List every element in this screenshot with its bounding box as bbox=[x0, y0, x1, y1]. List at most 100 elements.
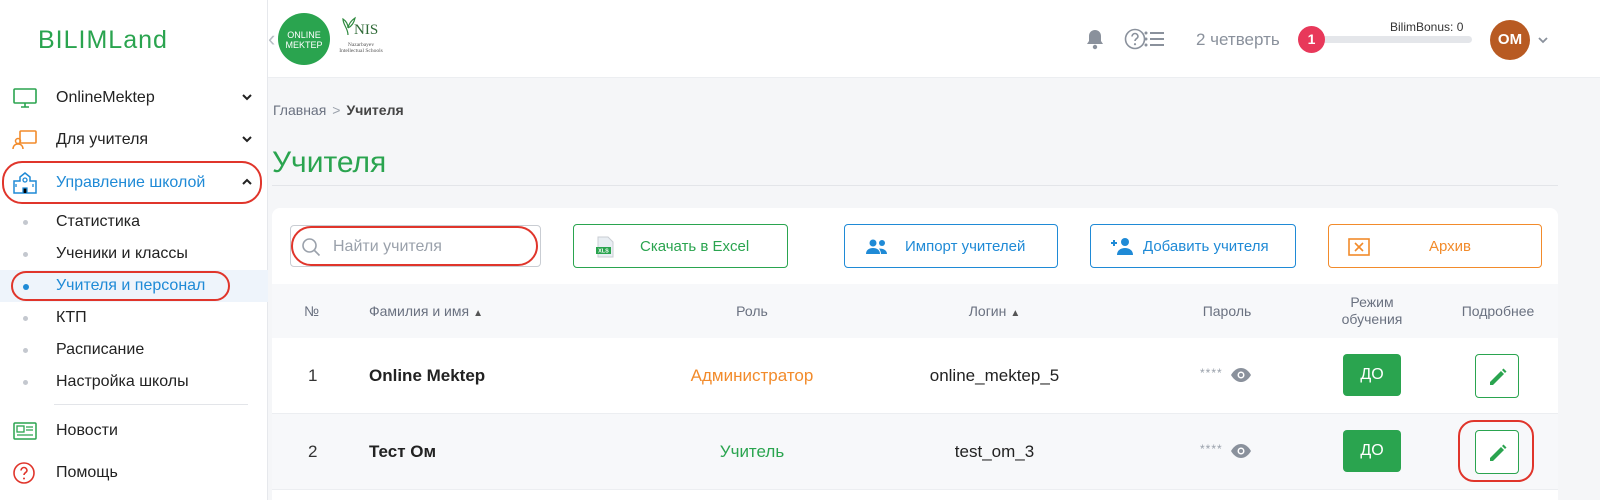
edit-button[interactable] bbox=[1475, 354, 1519, 398]
eye-icon[interactable] bbox=[1230, 443, 1252, 459]
password-mask: **** bbox=[1200, 366, 1223, 380]
add-teacher-button[interactable]: Добавить учителя bbox=[1090, 224, 1296, 268]
archive-x-icon bbox=[1348, 238, 1370, 256]
newspaper-icon bbox=[13, 422, 37, 440]
download-excel-button[interactable]: XLS Скачать в Excel bbox=[573, 224, 788, 268]
sidebar-subitem-schedule[interactable]: Расписание bbox=[0, 334, 268, 366]
chevron-down-icon bbox=[242, 94, 252, 101]
column-header-mode-line1: Режим bbox=[1350, 294, 1394, 310]
help-icon[interactable] bbox=[1124, 28, 1146, 50]
column-header-name[interactable]: Фамилия и имя ▲︎ bbox=[369, 303, 483, 319]
teacher-role: Администратор bbox=[690, 366, 814, 385]
column-header-login[interactable]: Логин ▲︎ bbox=[892, 303, 1097, 319]
column-header-mode-line2: обучения bbox=[1341, 311, 1403, 327]
sidebar-subitem-label: КТП bbox=[56, 309, 87, 326]
row-number: 2 bbox=[308, 442, 318, 461]
column-header-login-label: Логин bbox=[968, 303, 1007, 319]
sidebar-item-news[interactable]: Новости bbox=[0, 411, 268, 451]
xls-file-icon: XLS bbox=[596, 236, 614, 258]
breadcrumb-separator: > bbox=[332, 102, 341, 118]
help-circle-icon bbox=[13, 462, 35, 484]
teacher-name: Online Mektep bbox=[369, 366, 486, 385]
sort-icon: ▲︎ bbox=[473, 308, 483, 319]
sidebar: BILIMLand OnlineMektep Для учителя Управ… bbox=[0, 0, 268, 500]
column-header-role: Роль bbox=[736, 303, 768, 319]
breadcrumb-home[interactable]: Главная bbox=[273, 102, 326, 118]
table-header: № Фамилия и имя ▲︎ Роль Логин ▲︎ Пароль Ре… bbox=[272, 284, 1558, 338]
bell-icon[interactable] bbox=[1084, 28, 1106, 50]
highlight-ring bbox=[291, 226, 538, 266]
highlight-ring bbox=[1458, 420, 1534, 482]
chevron-down-icon[interactable] bbox=[1536, 33, 1550, 47]
table-row: 1 Online Mektep Администратор online_mek… bbox=[272, 338, 1558, 414]
column-header-name-label: Фамилия и имя bbox=[369, 303, 470, 319]
divider bbox=[272, 185, 1558, 186]
archive-button[interactable]: Архив bbox=[1328, 224, 1542, 268]
notification-badge[interactable]: 1 bbox=[1298, 26, 1325, 53]
chevron-down-icon bbox=[242, 136, 252, 143]
pencil-icon bbox=[1490, 368, 1507, 385]
sidebar-subitem-students[interactable]: Ученики и классы bbox=[0, 238, 268, 270]
sort-icon: ▲︎ bbox=[1010, 308, 1021, 319]
users-icon bbox=[866, 239, 887, 254]
highlight-ring bbox=[11, 271, 230, 301]
archive-label: Архив bbox=[1429, 238, 1472, 255]
column-header-mode: Режим обучения bbox=[1322, 294, 1422, 328]
sidebar-subitem-label: Расписание bbox=[56, 341, 145, 358]
bullet-icon bbox=[23, 252, 28, 257]
column-header-password: Пароль bbox=[1202, 303, 1252, 319]
xls-icon-text: XLS bbox=[598, 249, 609, 255]
breadcrumb: Главная > Учителя bbox=[273, 102, 404, 118]
add-user-icon bbox=[1111, 238, 1133, 255]
import-teachers-button[interactable]: Импорт учителей bbox=[844, 224, 1058, 268]
learning-mode-button[interactable]: ДО bbox=[1343, 354, 1401, 396]
teacher-role: Учитель bbox=[719, 442, 785, 461]
password-mask: **** bbox=[1200, 442, 1223, 456]
sidebar-item-help[interactable]: Помощь bbox=[0, 453, 268, 493]
learning-mode-button[interactable]: ДО bbox=[1343, 430, 1401, 472]
sidebar-subitem-label: Настройка школы bbox=[56, 373, 189, 390]
sidebar-subitem-school-settings[interactable]: Настройка школы bbox=[0, 366, 268, 398]
teacher-login: online_mektep_5 bbox=[929, 366, 1060, 385]
bullet-icon bbox=[23, 380, 28, 385]
row-number: 1 bbox=[308, 366, 318, 385]
online-mektep-logo[interactable]: ONLINE MEKTEP bbox=[278, 13, 330, 65]
bullet-icon bbox=[23, 220, 28, 225]
monitor-icon bbox=[13, 88, 37, 108]
nis-logo[interactable]: NIS Nazarbayev Intellectual Schools bbox=[338, 12, 384, 66]
bonus-progress-bar bbox=[1316, 36, 1472, 43]
column-header-details: Подробнее bbox=[1461, 303, 1535, 319]
top-header: ‹ ONLINE MEKTEP NIS Nazarbayev Intellect… bbox=[268, 0, 1600, 78]
sidebar-item-label: Для учителя bbox=[56, 131, 149, 148]
teacher-name: Тест Ом bbox=[369, 442, 437, 461]
table-row: 2 Тест Ом Учитель test_om_3 **** ДО bbox=[272, 414, 1558, 490]
sidebar-subitem-label: Статистика bbox=[56, 213, 141, 230]
bilimland-logo[interactable]: BILIMLand bbox=[38, 26, 168, 55]
bullet-icon bbox=[23, 348, 28, 353]
highlight-ring bbox=[2, 161, 262, 204]
sidebar-item-label: OnlineMektep bbox=[56, 89, 155, 106]
sidebar-item-label: Новости bbox=[56, 422, 118, 439]
bullet-icon bbox=[23, 316, 28, 321]
sidebar-item-for-teacher[interactable]: Для учителя bbox=[0, 120, 268, 160]
page-title: Учителя bbox=[272, 146, 387, 179]
divider bbox=[54, 404, 248, 405]
bonus-label: BilimBonus: 0 bbox=[1390, 20, 1464, 34]
nis-logo-text: NIS bbox=[354, 22, 379, 38]
teacher-login: test_om_3 bbox=[954, 442, 1035, 461]
download-excel-label: Скачать в Excel bbox=[640, 238, 750, 255]
quarter-selector[interactable]: 2 четверть bbox=[1196, 30, 1280, 50]
nis-logo-subtitle: Nazarbayev Intellectual Schools bbox=[339, 42, 383, 54]
sidebar-subitem-ktp[interactable]: КТП bbox=[0, 302, 268, 334]
list-icon[interactable] bbox=[1144, 30, 1164, 48]
sidebar-subitem-label: Ученики и классы bbox=[56, 245, 188, 262]
sidebar-subitem-statistics[interactable]: Статистика bbox=[0, 206, 268, 238]
breadcrumb-current: Учителя bbox=[346, 102, 404, 118]
add-teacher-label: Добавить учителя bbox=[1143, 238, 1269, 255]
eye-icon[interactable] bbox=[1230, 367, 1252, 383]
column-header-num: № bbox=[304, 303, 320, 319]
sidebar-item-label: Помощь bbox=[56, 464, 118, 481]
avatar[interactable]: ОМ bbox=[1490, 20, 1530, 60]
sidebar-item-onlinemektep[interactable]: OnlineMektep bbox=[0, 78, 268, 118]
import-teachers-label: Импорт учителей bbox=[905, 238, 1026, 255]
